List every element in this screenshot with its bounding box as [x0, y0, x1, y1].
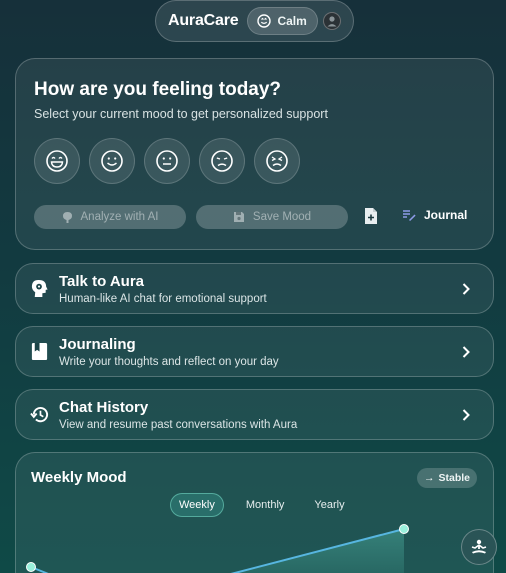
mood-trend-chart: [26, 524, 409, 573]
mood-point: [399, 524, 409, 534]
mood-checkin-title: How are you feeling today?: [34, 79, 282, 100]
mood-happy-button[interactable]: [89, 138, 135, 184]
feature-title: Journaling: [59, 336, 136, 353]
mood-point: [26, 562, 36, 572]
mood-sad-button[interactable]: [199, 138, 245, 184]
app-title: AuraCare: [168, 12, 239, 29]
current-mood-label: Calm: [277, 14, 307, 28]
trend-label: Stable: [438, 472, 470, 484]
chat-history-card[interactable]: Chat History View and resume past conver…: [15, 389, 494, 440]
tab-yearly[interactable]: Yearly: [306, 494, 352, 516]
tab-weekly[interactable]: Weekly: [170, 493, 224, 517]
weekly-mood-title: Weekly Mood: [31, 469, 127, 486]
chevron-right-icon: [462, 409, 470, 421]
analyze-with-ai-button[interactable]: Analyze with AI: [34, 205, 186, 229]
arrow-right-icon: →: [423, 472, 435, 484]
weekly-mood-card: Weekly Mood → Stable Weekly Monthly Year…: [15, 452, 494, 573]
smile-face-icon: [257, 14, 272, 28]
meditation-icon: [471, 539, 487, 554]
journal-button[interactable]: Journal: [402, 208, 467, 222]
current-mood-pill[interactable]: Calm: [247, 7, 318, 35]
feature-subtitle: View and resume past conversations with …: [59, 419, 298, 431]
mood-checkin-subtitle: Select your current mood to get personal…: [34, 107, 328, 121]
grinning-face-icon: [46, 150, 68, 172]
brain-head-icon: [31, 279, 48, 298]
history-icon: [30, 407, 49, 423]
journaling-card[interactable]: Journaling Write your thoughts and refle…: [15, 326, 494, 377]
period-tabs: Weekly Monthly Yearly: [170, 493, 353, 517]
tab-monthly[interactable]: Monthly: [238, 494, 293, 516]
feature-subtitle: Write your thoughts and reflect on your …: [59, 356, 279, 368]
pensive-face-icon: [211, 150, 233, 172]
talk-to-aura-card[interactable]: Talk to Aura Human-like AI chat for emot…: [15, 263, 494, 314]
save-mood-label: Save Mood: [252, 211, 312, 223]
mood-very-happy-button[interactable]: [34, 138, 80, 184]
book-icon: [31, 342, 48, 361]
feature-title: Chat History: [59, 399, 149, 416]
mood-neutral-button[interactable]: [144, 138, 190, 184]
user-avatar-icon[interactable]: [323, 12, 341, 30]
journal-label: Journal: [424, 208, 468, 222]
trend-badge: → Stable: [416, 468, 477, 488]
save-mood-button[interactable]: Save Mood: [196, 205, 348, 229]
neutral-face-icon: [156, 150, 178, 172]
distressed-face-icon: [266, 150, 288, 172]
analyze-label: Analyze with AI: [80, 211, 159, 223]
mood-options: [34, 138, 300, 184]
edit-notes-icon: [403, 210, 416, 221]
mood-very-sad-button[interactable]: [254, 138, 300, 184]
feature-title: Talk to Aura: [59, 273, 145, 290]
meditation-fab[interactable]: [461, 529, 497, 565]
top-bar: AuraCare Calm: [155, 0, 354, 42]
mood-checkin-card: How are you feeling today? Select your c…: [15, 58, 494, 250]
feature-subtitle: Human-like AI chat for emotional support: [59, 293, 267, 305]
smiling-face-icon: [101, 150, 123, 172]
chevron-right-icon: [462, 283, 470, 295]
save-icon: [233, 212, 244, 222]
chevron-right-icon: [462, 346, 470, 358]
add-document-icon[interactable]: [363, 207, 379, 225]
brain-icon: [62, 211, 72, 223]
